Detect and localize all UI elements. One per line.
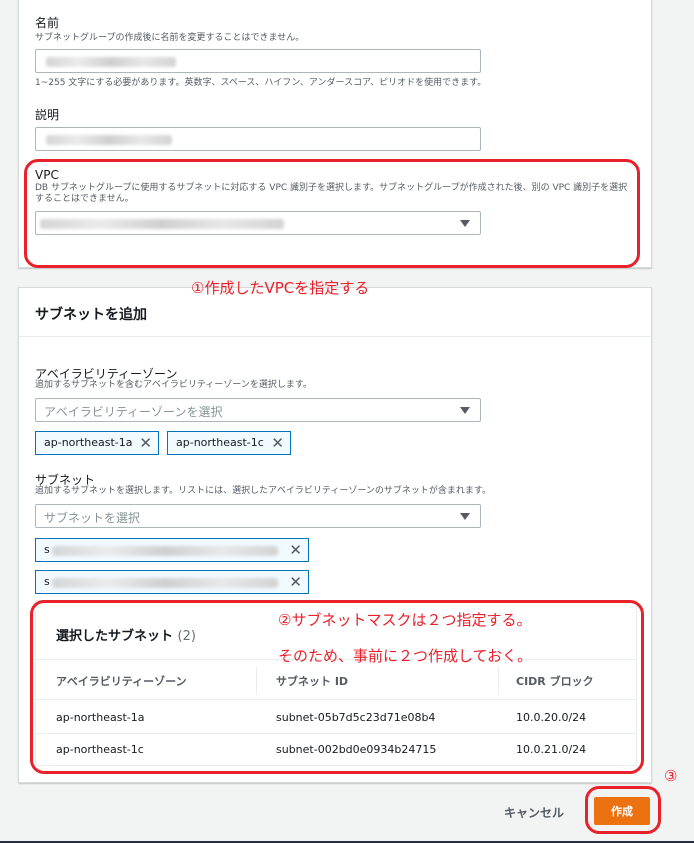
- subnet-token-prefix: s: [44, 543, 50, 556]
- redacted-value: [46, 57, 176, 67]
- az-token: ap-northeast-1a ✕: [35, 431, 159, 455]
- section-title: サブネットを追加: [35, 307, 147, 323]
- description-label: 説明: [35, 108, 60, 122]
- az-token: ap-northeast-1c ✕: [167, 431, 291, 455]
- close-icon[interactable]: ✕: [289, 542, 302, 558]
- column-header-subnet-id: サブネット ID: [276, 675, 349, 688]
- redacted-value: [52, 546, 278, 556]
- annotation-step1: ①作成したVPCを指定する: [191, 279, 370, 297]
- az-token-label: ap-northeast-1c: [176, 436, 264, 449]
- add-subnets-panel: サブネットを追加 アベイラビリティーゾーン 追加するサブネットを含むアベイラビリ…: [18, 287, 652, 783]
- table-row-divider: [36, 699, 636, 700]
- selected-count: (2): [177, 629, 196, 644]
- az-placeholder: アベイラビリティーゾーンを選択: [44, 405, 223, 419]
- cell-cidr: 10.0.20.0/24: [516, 711, 587, 724]
- subnet-token: s ✕: [35, 538, 309, 562]
- selected-subnets-title: 選択したサブネット (2): [56, 625, 196, 644]
- caret-down-icon: [460, 220, 470, 227]
- cell-subnet-id: subnet-002bd0e0934b24715: [276, 743, 437, 756]
- caret-down-icon: [460, 513, 470, 520]
- description-input[interactable]: [35, 127, 481, 151]
- subnet-token-prefix: s: [44, 575, 50, 588]
- close-icon[interactable]: ✕: [139, 435, 152, 451]
- redacted-value: [52, 578, 278, 588]
- cell-subnet-id: subnet-05b7d5c23d71e08b4: [276, 711, 436, 724]
- subnet-select[interactable]: サブネットを選択: [35, 504, 481, 528]
- details-panel: 名前 サブネットグループの作成後に名前を変更することはできません。 1~255 …: [18, 0, 652, 268]
- annotation-step3: ③: [664, 767, 678, 785]
- name-input[interactable]: [35, 49, 481, 73]
- annotation-step2-line2: そのため、事前に２つ作成しておく。: [278, 647, 533, 665]
- vpc-label: VPC: [35, 168, 59, 182]
- create-button[interactable]: 作成: [594, 797, 650, 825]
- name-label: 名前: [35, 16, 60, 30]
- subnet-token: s ✕: [35, 570, 309, 594]
- subnet-placeholder: サブネットを選択: [44, 511, 141, 525]
- cancel-button[interactable]: キャンセル: [496, 800, 572, 825]
- cell-az: ap-northeast-1a: [56, 711, 145, 724]
- vpc-description: DB サブネットグループに使用するサブネットに対応する VPC 識別子を選択しま…: [35, 183, 628, 204]
- column-separator: [498, 667, 499, 695]
- table-row-divider: [36, 733, 636, 734]
- az-token-label: ap-northeast-1a: [44, 436, 133, 449]
- header-divider: [19, 336, 651, 337]
- az-description: 追加するサブネットを含むアベイラビリティーゾーンを選択します。: [35, 380, 312, 390]
- cell-cidr: 10.0.21.0/24: [516, 743, 587, 756]
- column-separator: [256, 667, 257, 695]
- cell-az: ap-northeast-1c: [56, 743, 144, 756]
- name-constraint-hint: 1~255 文字にする必要があります。英数字、スペース、ハイフン、アンダースコア…: [35, 78, 487, 88]
- column-header-cidr: CIDR ブロック: [516, 675, 594, 688]
- close-icon[interactable]: ✕: [271, 435, 284, 451]
- selected-subnets-title-text: 選択したサブネット: [56, 629, 174, 644]
- name-description: サブネットグループの作成後に名前を変更することはできません。: [35, 33, 305, 43]
- redacted-value: [46, 135, 172, 145]
- vpc-select[interactable]: [35, 211, 481, 235]
- az-select[interactable]: アベイラビリティーゾーンを選択: [35, 398, 481, 422]
- redacted-value: [40, 219, 284, 229]
- column-header-az: アベイラビリティーゾーン: [56, 675, 187, 688]
- caret-down-icon: [460, 407, 470, 414]
- close-icon[interactable]: ✕: [289, 574, 302, 590]
- annotation-step2-line1: ②サブネットマスクは２つ指定する。: [278, 611, 532, 629]
- subnet-description: 追加するサブネットを選択します。リストには、選択したアベイラビリティーゾーンのサ…: [35, 486, 492, 496]
